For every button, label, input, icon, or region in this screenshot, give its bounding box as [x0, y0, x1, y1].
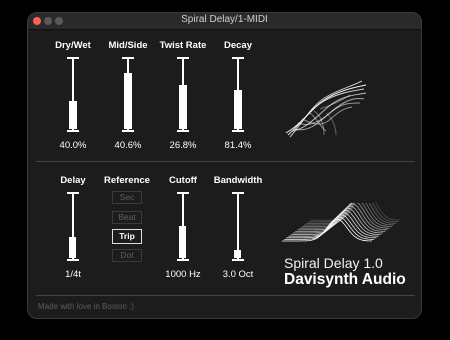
title-bar: Spiral Delay/1-MIDI: [28, 13, 421, 30]
reference-label: Reference: [104, 175, 150, 186]
delay-value: 1/4t: [65, 269, 81, 280]
mid-side-slider-fill[interactable]: [124, 73, 132, 129]
twist-rate-label: Twist Rate: [159, 40, 207, 51]
reference-sec-button[interactable]: Sec: [112, 191, 142, 204]
delay-label: Delay: [60, 175, 86, 186]
delay-slider-top-cap: [67, 192, 79, 194]
footer-divider: [36, 295, 415, 296]
cutoff-label: Cutoff: [169, 175, 197, 186]
window-title: Spiral Delay/1-MIDI: [181, 14, 268, 25]
cutoff-slider-fill[interactable]: [179, 226, 186, 258]
company-name: Davisynth Audio: [284, 271, 406, 288]
spiral-visual-icon: [285, 80, 367, 138]
decay-slider-bottom-cap: [232, 130, 244, 132]
bandwidth-slider-top-cap: [232, 192, 244, 194]
decay-label: Decay: [224, 40, 252, 51]
delay-slider-fill[interactable]: [69, 237, 76, 258]
dry-wet-value: 40.0%: [59, 140, 87, 151]
mid-side-slider-top-cap: [122, 57, 134, 59]
twist-rate-slider-fill[interactable]: [179, 85, 187, 129]
bandwidth-value: 3.0 Oct: [222, 269, 254, 280]
plugin-window: Spiral Delay/1-MIDI Dry/Wet Mid/Side Twi…: [27, 12, 422, 319]
mid-side-slider-bottom-cap: [122, 130, 134, 132]
dry-wet-slider-fill[interactable]: [69, 101, 77, 129]
bandwidth-slider-bottom-cap: [232, 259, 244, 261]
mid-side-label: Mid/Side: [108, 40, 148, 51]
decay-slider-fill[interactable]: [234, 90, 242, 129]
twist-rate-value: 26.8%: [169, 140, 197, 151]
bandwidth-label: Bandwidth: [213, 175, 263, 186]
dry-wet-label: Dry/Wet: [55, 40, 91, 51]
wave-visual-icon: [282, 203, 401, 242]
decay-value: 81.4%: [224, 140, 252, 151]
twist-rate-slider-top-cap: [177, 57, 189, 59]
cutoff-slider-top-cap: [177, 192, 189, 194]
reference-trip-button[interactable]: Trip: [112, 229, 142, 244]
delay-slider-bottom-cap: [67, 259, 79, 261]
reference-dot-button[interactable]: Dot: [112, 249, 142, 262]
mid-side-value: 40.6%: [114, 140, 142, 151]
twist-rate-slider-bottom-cap: [177, 130, 189, 132]
section-divider: [36, 161, 415, 162]
cutoff-value: 1000 Hz: [165, 269, 201, 280]
product-name: Spiral Delay 1.0: [284, 255, 383, 271]
cutoff-slider-bottom-cap: [177, 259, 189, 261]
footer-text: Made with love in Boston :): [38, 302, 135, 311]
dry-wet-slider-top-cap: [67, 57, 79, 59]
bandwidth-slider-fill[interactable]: [234, 250, 241, 258]
reference-beat-button[interactable]: Beat: [112, 211, 142, 224]
dry-wet-slider-bottom-cap: [67, 130, 79, 132]
decay-slider-top-cap: [232, 57, 244, 59]
